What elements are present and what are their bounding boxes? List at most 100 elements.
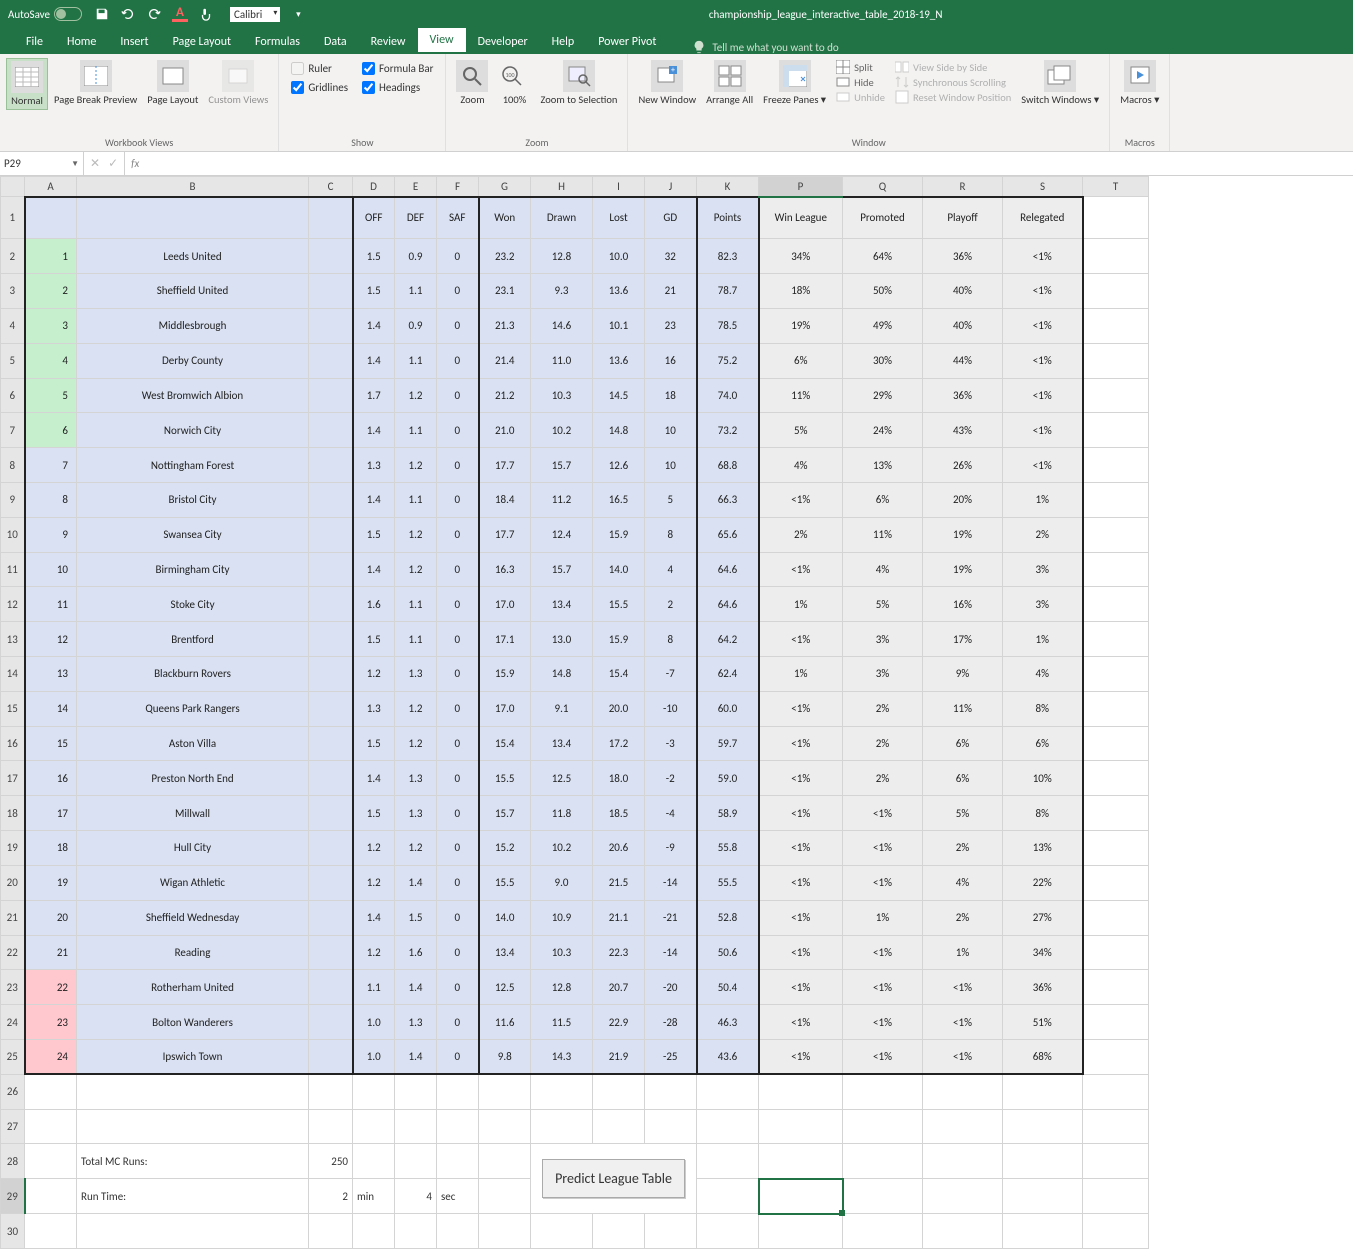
cell-C22[interactable]: [309, 935, 353, 970]
split-button[interactable]: Split: [836, 60, 885, 74]
cell-winleague-21[interactable]: <1%: [759, 900, 843, 935]
cell-def-19[interactable]: 1.2: [395, 831, 437, 866]
cell-points-22[interactable]: 50.6: [697, 935, 759, 970]
cell-drawn-21[interactable]: 10.9: [531, 900, 593, 935]
cell-promoted-17[interactable]: 2%: [843, 761, 923, 796]
row-header-13[interactable]: 13: [1, 622, 25, 657]
cell-S26[interactable]: [1003, 1074, 1083, 1109]
cell-lost-2[interactable]: 10.0: [593, 239, 645, 274]
cell-drawn-16[interactable]: 13.4: [531, 726, 593, 761]
run-time-sec-value[interactable]: 4: [395, 1179, 437, 1214]
cell-playoff-9[interactable]: 20%: [923, 482, 1003, 517]
cell-team-3[interactable]: Sheffield United: [77, 274, 309, 309]
cell-def-18[interactable]: 1.3: [395, 796, 437, 831]
cell-relegated-22[interactable]: 34%: [1003, 935, 1083, 970]
cell-saf-14[interactable]: 0: [437, 657, 479, 692]
row-header-16[interactable]: 16: [1, 726, 25, 761]
cell-relegated-13[interactable]: 1%: [1003, 622, 1083, 657]
cell-G28[interactable]: [479, 1144, 531, 1179]
cell-won-10[interactable]: 17.7: [479, 517, 531, 552]
cell-T18[interactable]: [1083, 796, 1149, 831]
tab-developer[interactable]: Developer: [466, 30, 540, 54]
cell-off-9[interactable]: 1.4: [353, 482, 395, 517]
cell-C9[interactable]: [309, 482, 353, 517]
cell-K27[interactable]: [697, 1109, 759, 1144]
cell-I27[interactable]: [593, 1109, 645, 1144]
cell-rank-20[interactable]: 19: [25, 865, 77, 900]
row-header-8[interactable]: 8: [1, 448, 25, 483]
cell-drawn-17[interactable]: 12.5: [531, 761, 593, 796]
touch-mode-icon[interactable]: [198, 6, 214, 22]
cell-team-9[interactable]: Bristol City: [77, 482, 309, 517]
cell-drawn-19[interactable]: 10.2: [531, 831, 593, 866]
cell-winleague-2[interactable]: 34%: [759, 239, 843, 274]
cell-points-16[interactable]: 59.7: [697, 726, 759, 761]
cell-relegated-15[interactable]: 8%: [1003, 691, 1083, 726]
cell-C6[interactable]: [309, 378, 353, 413]
toggle-off-icon[interactable]: [54, 7, 82, 21]
cell-playoff-25[interactable]: <1%: [923, 1039, 1003, 1074]
cell-rank-13[interactable]: 12: [25, 622, 77, 657]
cell-off-16[interactable]: 1.5: [353, 726, 395, 761]
cell-saf-20[interactable]: 0: [437, 865, 479, 900]
cell-won-12[interactable]: 17.0: [479, 587, 531, 622]
cell-won-3[interactable]: 23.1: [479, 274, 531, 309]
cell-winleague-23[interactable]: <1%: [759, 970, 843, 1005]
cell-P30[interactable]: [759, 1214, 843, 1249]
cell-lost-7[interactable]: 14.8: [593, 413, 645, 448]
freeze-panes-button[interactable]: Freeze Panes ▾: [759, 58, 830, 108]
cell-relegated-8[interactable]: <1%: [1003, 448, 1083, 483]
autosave-toggle[interactable]: AutoSave: [8, 7, 82, 21]
cell-team-5[interactable]: Derby County: [77, 343, 309, 378]
cell-relegated-11[interactable]: 3%: [1003, 552, 1083, 587]
cell-rank-22[interactable]: 21: [25, 935, 77, 970]
cell-F28[interactable]: [437, 1144, 479, 1179]
cell-def-6[interactable]: 1.2: [395, 378, 437, 413]
cell-off-22[interactable]: 1.2: [353, 935, 395, 970]
cell-off-12[interactable]: 1.6: [353, 587, 395, 622]
cell-def-14[interactable]: 1.3: [395, 657, 437, 692]
cell-winleague-15[interactable]: <1%: [759, 691, 843, 726]
column-header-T[interactable]: T: [1083, 177, 1149, 197]
cell-playoff-2[interactable]: 36%: [923, 239, 1003, 274]
cell-C11[interactable]: [309, 552, 353, 587]
cell-team-18[interactable]: Millwall: [77, 796, 309, 831]
cell-playoff-6[interactable]: 36%: [923, 378, 1003, 413]
cell-won-22[interactable]: 13.4: [479, 935, 531, 970]
cell-playoff-8[interactable]: 26%: [923, 448, 1003, 483]
cell-won-6[interactable]: 21.2: [479, 378, 531, 413]
cell-T17[interactable]: [1083, 761, 1149, 796]
cell-rank-9[interactable]: 8: [25, 482, 77, 517]
cell-gd-12[interactable]: 2: [645, 587, 697, 622]
cell-won-9[interactable]: 18.4: [479, 482, 531, 517]
cell-relegated-17[interactable]: 10%: [1003, 761, 1083, 796]
cell-off-20[interactable]: 1.2: [353, 865, 395, 900]
cell-winleague-20[interactable]: <1%: [759, 865, 843, 900]
cell-won-7[interactable]: 21.0: [479, 413, 531, 448]
cell-H27[interactable]: [531, 1109, 593, 1144]
cell-won-13[interactable]: 17.1: [479, 622, 531, 657]
cell-rank-17[interactable]: 16: [25, 761, 77, 796]
cell-team-10[interactable]: Swansea City: [77, 517, 309, 552]
row-header-7[interactable]: 7: [1, 413, 25, 448]
cell-relegated-19[interactable]: 13%: [1003, 831, 1083, 866]
cell-E28[interactable]: [395, 1144, 437, 1179]
column-header-H[interactable]: H: [531, 177, 593, 197]
cell-T14[interactable]: [1083, 657, 1149, 692]
cell-team-8[interactable]: Nottingham Forest: [77, 448, 309, 483]
cell-T28[interactable]: [1083, 1144, 1149, 1179]
cell-won-17[interactable]: 15.5: [479, 761, 531, 796]
cell-relegated-6[interactable]: <1%: [1003, 378, 1083, 413]
cell-H26[interactable]: [531, 1074, 593, 1109]
cell-gd-6[interactable]: 18: [645, 378, 697, 413]
cell-Q26[interactable]: [843, 1074, 923, 1109]
cell-def-2[interactable]: 0.9: [395, 239, 437, 274]
row-header-15[interactable]: 15: [1, 691, 25, 726]
cell-def-12[interactable]: 1.1: [395, 587, 437, 622]
cell-drawn-20[interactable]: 9.0: [531, 865, 593, 900]
cell-drawn-13[interactable]: 13.0: [531, 622, 593, 657]
cell-saf-21[interactable]: 0: [437, 900, 479, 935]
cell-won-16[interactable]: 15.4: [479, 726, 531, 761]
cell-promoted-12[interactable]: 5%: [843, 587, 923, 622]
cell-H30[interactable]: [531, 1214, 593, 1249]
